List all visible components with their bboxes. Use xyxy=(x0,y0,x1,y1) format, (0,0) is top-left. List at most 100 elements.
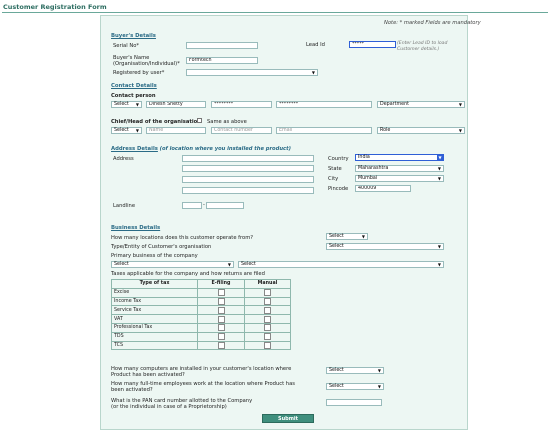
address-details-heading: Address Details (of location where you i… xyxy=(111,146,291,152)
chevron-down-icon: ▼ xyxy=(437,155,443,160)
chief-name-input[interactable]: Name xyxy=(146,127,206,134)
contact-title-select[interactable]: Select ▼ xyxy=(111,101,142,108)
same-as-above-checkbox[interactable] xyxy=(197,118,202,123)
chevron-down-icon: ▼ xyxy=(377,384,381,389)
primary-business-label: Primary business of the company xyxy=(111,253,198,259)
table-row: Income Tax xyxy=(111,296,291,307)
contact-email-input[interactable]: ******** xyxy=(276,101,372,108)
chevron-down-icon: ▼ xyxy=(135,102,139,107)
computers-select[interactable]: Select ▼ xyxy=(326,367,384,374)
landline-separator: - xyxy=(203,202,205,208)
contact-name-input[interactable]: Dinesh Shetty xyxy=(146,101,206,108)
table-row: VAT xyxy=(111,314,291,324)
primary-business-value-1: Select xyxy=(114,262,129,267)
locations-value: Select xyxy=(329,234,344,239)
buyer-name-label: Buyer's Name (Organisation/Individual)* xyxy=(113,55,180,67)
contact-mobile-input[interactable]: ******** xyxy=(211,101,272,108)
state-select[interactable]: Maharashtra ▼ xyxy=(355,165,444,172)
manual-checkbox[interactable] xyxy=(264,297,271,305)
chevron-down-icon: ▼ xyxy=(437,244,441,249)
employees-question: How many full-time employees work at the… xyxy=(111,381,295,393)
tax-table: Type of tax E-filing Manual Excise Incom… xyxy=(111,279,291,351)
pincode-label: Pincode xyxy=(328,186,349,192)
efiling-checkbox[interactable] xyxy=(217,306,225,314)
country-select[interactable]: India ▼ xyxy=(355,154,444,161)
lead-id-label: Lead Id xyxy=(306,42,325,48)
chief-number-input[interactable]: Contact number xyxy=(211,127,272,134)
tax-table-header-row: Type of tax E-filing Manual xyxy=(111,279,291,289)
tax-type-header: Type of tax xyxy=(111,279,198,289)
address-details-note: (of location where you installed the pro… xyxy=(159,146,291,152)
manual-checkbox[interactable] xyxy=(264,289,271,297)
serial-no-input[interactable] xyxy=(186,42,258,49)
chief-name-placeholder: Name xyxy=(149,128,164,133)
buyer-details-heading: Buyer's Details xyxy=(111,33,156,39)
manual-checkbox[interactable] xyxy=(264,306,271,314)
landline-number-input[interactable] xyxy=(206,202,244,209)
same-as-above-label: Same as above xyxy=(207,119,247,125)
address-line-3-input[interactable] xyxy=(182,176,314,183)
org-type-question: Type/Entity of Customer's organisation xyxy=(111,244,212,250)
title-rule xyxy=(2,12,548,13)
primary-business-select-1[interactable]: Select ▼ xyxy=(111,261,234,268)
buyer-name-label-line-2: (Organisation/Individual)* xyxy=(113,61,180,67)
buyer-name-input[interactable]: Formtech xyxy=(186,57,258,64)
contact-person-label: Contact person xyxy=(111,93,156,99)
manual-checkbox[interactable] xyxy=(264,341,271,349)
state-value: Maharashtra xyxy=(358,166,389,171)
contact-details-heading: Contact Details xyxy=(111,83,157,89)
org-type-select[interactable]: Select ▼ xyxy=(326,243,444,250)
lead-id-hint-line-1: (Enter Lead ID to load xyxy=(397,41,448,46)
taxes-label: Taxes applicable for the company and how… xyxy=(111,271,265,277)
chief-role-value: Role xyxy=(380,128,391,133)
pincode-input[interactable]: 400009 xyxy=(355,185,411,192)
locations-question: How many locations does this customer op… xyxy=(111,235,254,241)
page-title: Customer Registration Form xyxy=(3,3,107,11)
lead-id-input[interactable]: ***** xyxy=(349,41,396,48)
tax-name: Service Tax xyxy=(111,305,198,316)
efiling-checkbox[interactable] xyxy=(217,333,225,341)
computers-value: Select xyxy=(329,368,344,373)
table-row: Service Tax xyxy=(111,305,291,316)
contact-title-value: Select xyxy=(114,102,129,107)
primary-business-select-2[interactable]: Select ▼ xyxy=(238,261,444,268)
chief-title-select[interactable]: Select ▼ xyxy=(111,127,142,134)
chevron-down-icon: ▼ xyxy=(437,166,441,171)
registered-by-label: Registered by user* xyxy=(113,70,165,76)
manual-checkbox[interactable] xyxy=(264,324,271,332)
efiling-checkbox[interactable] xyxy=(217,315,225,323)
computers-question: How many computers are installed in your… xyxy=(111,366,291,378)
chief-email-input[interactable]: Email xyxy=(276,127,372,134)
pan-input[interactable] xyxy=(326,399,382,406)
table-row: Excise xyxy=(111,287,291,298)
chief-number-placeholder: Contact number xyxy=(214,128,253,133)
mandatory-note: Note: * marked Fields are mandatory xyxy=(384,20,481,26)
country-value: India xyxy=(358,155,370,160)
chevron-down-icon: ▼ xyxy=(135,128,139,133)
city-select[interactable]: Mumbai ▼ xyxy=(355,175,444,182)
employees-select[interactable]: Select ▼ xyxy=(326,383,384,390)
submit-button[interactable]: Submit xyxy=(262,414,314,423)
tax-name: Income Tax xyxy=(111,296,198,307)
efiling-checkbox[interactable] xyxy=(217,341,225,349)
efiling-checkbox[interactable] xyxy=(217,289,225,297)
chevron-down-icon: ▼ xyxy=(227,262,231,267)
landline-code-input[interactable] xyxy=(182,202,202,209)
contact-department-select[interactable]: Department ▼ xyxy=(377,101,465,108)
lead-id-hint: (Enter Lead ID to load Customer details.… xyxy=(397,41,447,52)
address-line-1-input[interactable] xyxy=(182,155,314,162)
efiling-checkbox[interactable] xyxy=(217,297,225,305)
employees-question-line-2: been activated? xyxy=(111,387,153,393)
efiling-checkbox[interactable] xyxy=(217,324,225,332)
pan-question-line-2: (or the individual in case of a Propriet… xyxy=(111,404,227,410)
chief-email-placeholder: Email xyxy=(279,128,293,133)
manual-checkbox[interactable] xyxy=(264,315,271,323)
address-line-4-input[interactable] xyxy=(182,187,314,194)
efiling-header: E-filing xyxy=(197,279,245,289)
locations-select[interactable]: Select ▼ xyxy=(326,233,368,240)
tax-name: TCS xyxy=(111,340,198,351)
manual-checkbox[interactable] xyxy=(264,333,271,341)
chief-role-select[interactable]: Role ▼ xyxy=(377,127,465,134)
address-line-2-input[interactable] xyxy=(182,165,314,172)
registered-by-select[interactable]: ▼ xyxy=(186,69,318,76)
